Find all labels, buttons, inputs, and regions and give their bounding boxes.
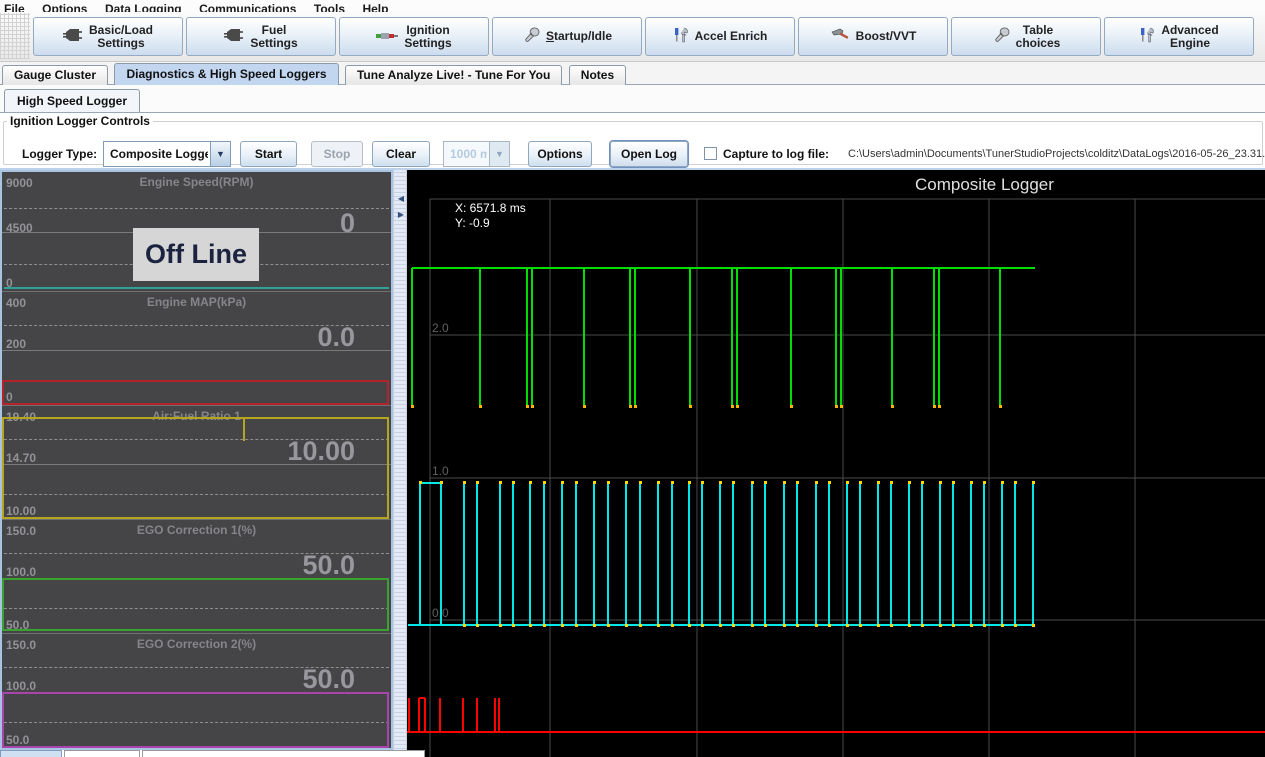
menu-help[interactable]: Help (362, 2, 388, 12)
injector-icon (224, 27, 244, 46)
tunerstudio-window: File Options Data Logging Communications… (0, 0, 1265, 757)
ignition-settings-button[interactable]: IgnitionSettings (339, 17, 489, 56)
offline-status-badge: Off Line (133, 228, 259, 281)
ignition-logger-controls-panel: Ignition Logger Controls Logger Type: Co… (0, 113, 1265, 170)
logger-type-select[interactable]: Composite Logger ▼ (103, 141, 231, 167)
svg-text:2.0: 2.0 (432, 321, 449, 335)
logger-type-label: Logger Type: (22, 141, 97, 167)
stop-button: Stop (311, 141, 363, 167)
boost-vvt-button[interactable]: Boost/VVT (798, 17, 948, 56)
collapse-left-icon[interactable]: ◀ (395, 194, 407, 203)
injector-icon (63, 27, 83, 46)
startup-idle-button[interactable]: Startup/Idle (492, 17, 642, 56)
collapse-right-icon[interactable]: ▶ (395, 210, 407, 219)
wrench-icon (522, 26, 540, 47)
tab-gauge-cluster[interactable]: Gauge Cluster (2, 65, 108, 85)
gauge-value: 0.0 (317, 322, 355, 353)
clear-button[interactable]: Clear (372, 141, 430, 167)
bottom-tab-1[interactable] (0, 750, 62, 757)
log-file-path: C:\Users\admin\Documents\TunerStudioProj… (848, 141, 1265, 167)
sparkplug-icon (376, 30, 398, 44)
bottom-tab-3[interactable] (142, 750, 425, 757)
basic-load-settings-button[interactable]: Basic/LoadSettings (33, 17, 183, 56)
svg-text:1.0: 1.0 (432, 464, 449, 478)
menu-data-logging[interactable]: Data Logging (105, 2, 182, 12)
plot-canvas[interactable]: 2.01.00.0 (407, 170, 1265, 757)
composite-logger-plot[interactable]: 2.01.00.0 Composite Logger X: 6571.8 ms … (407, 170, 1265, 757)
tools-icon (1139, 26, 1155, 47)
bottom-tab-2[interactable] (64, 750, 140, 757)
group-box-title: Ignition Logger Controls (7, 114, 153, 128)
menu-options[interactable]: Options (42, 2, 87, 12)
capture-to-log-label: Capture to log file: (723, 141, 829, 167)
menu-file[interactable]: File (4, 2, 25, 12)
gauge-value: 50.0 (302, 550, 355, 581)
wrench-icon (992, 26, 1010, 47)
menu-communications[interactable]: Communications (199, 2, 296, 12)
tab-diagnostics-high-speed-loggers[interactable]: Diagnostics & High Speed Loggers (114, 63, 338, 85)
chevron-down-icon[interactable]: ▼ (210, 142, 230, 166)
gauge-strip-panel: Engine Speed(RPM) 9000 4500 0 0 Engine M… (0, 170, 393, 750)
hammer-icon (830, 28, 850, 46)
table-choices-button[interactable]: Tablechoices (951, 17, 1101, 56)
tools-icon (673, 26, 689, 47)
toolbar-grip[interactable] (0, 13, 30, 59)
options-button[interactable]: Options (528, 141, 592, 167)
gauge-value: 50.0 (302, 664, 355, 695)
engine-map-trace (2, 380, 389, 405)
capture-to-log-checkbox[interactable] (704, 147, 717, 160)
start-button[interactable]: Start (240, 141, 297, 167)
engine-speed-trace (4, 287, 389, 289)
tab-tune-analyze-live[interactable]: Tune Analyze Live! - Tune For You (345, 65, 562, 85)
ego2-trace (2, 692, 389, 748)
interval-select: 1000 ms ▼ (443, 141, 510, 167)
sub-tab-bar: High Speed Logger (0, 85, 1265, 113)
gauge-value: 0 (340, 208, 355, 239)
accel-enrich-button[interactable]: Accel Enrich (645, 17, 795, 56)
open-log-button[interactable]: Open Log (610, 141, 688, 167)
toolbar: Basic/LoadSettings FuelSettings Ignition… (0, 12, 1265, 62)
chevron-down-icon: ▼ (489, 142, 509, 166)
menu-bar: File Options Data Logging Communications… (0, 0, 1265, 12)
main-tab-bar: Gauge Cluster Diagnostics & High Speed L… (0, 62, 1265, 85)
afr1-trace (2, 417, 389, 519)
tab-notes[interactable]: Notes (569, 65, 626, 85)
afr1-trace-dip (243, 417, 245, 441)
advanced-engine-button[interactable]: AdvancedEngine (1104, 17, 1254, 56)
ego1-trace (2, 578, 389, 631)
plot-title: Composite Logger (915, 175, 1054, 195)
fuel-settings-button[interactable]: FuelSettings (186, 17, 336, 56)
panel-splitter[interactable]: ◀ ▶ (393, 170, 407, 757)
cursor-readout: X: 6571.8 ms Y: -0.9 (455, 201, 526, 231)
menu-tools[interactable]: Tools (314, 2, 345, 12)
tab-high-speed-logger[interactable]: High Speed Logger (4, 89, 140, 112)
